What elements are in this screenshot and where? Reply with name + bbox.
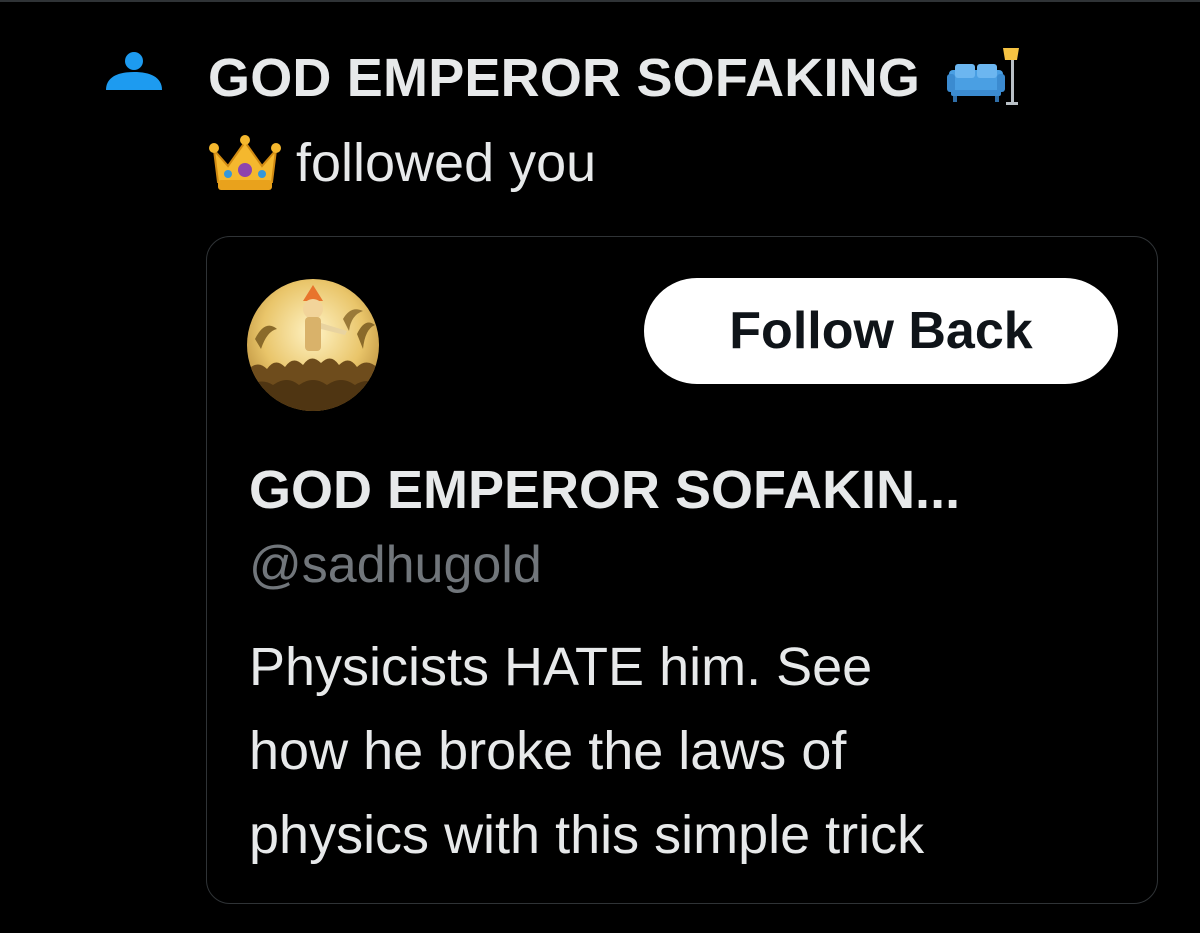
actor-name[interactable]: GOD EMPEROR SOFAKING — [208, 48, 920, 108]
person-icon — [106, 52, 162, 90]
couch-and-lamp-icon — [947, 47, 1020, 105]
crown-icon — [209, 134, 281, 190]
notification-action: followed you — [208, 125, 596, 201]
action-text: followed you — [296, 133, 597, 193]
user-card[interactable]: Follow Back GOD EMPEROR SOFAKIN... @sadh… — [206, 236, 1158, 904]
bio-line: how he broke the laws of — [249, 721, 847, 781]
bio-line: Physicists HATE him. See — [249, 637, 873, 697]
notification-headline: GOD EMPEROR SOFAKING — [208, 40, 1168, 116]
follow-back-button[interactable]: Follow Back — [644, 278, 1118, 384]
card-display-name[interactable]: GOD EMPEROR SOFAKIN... — [249, 452, 960, 528]
bio-line: physics with this simple trick — [249, 805, 925, 865]
follow-notification[interactable]: GOD EMPEROR SOFAKING followed you Follow… — [0, 0, 1200, 933]
profile-avatar[interactable] — [247, 279, 379, 411]
avatar-image — [247, 279, 379, 411]
card-bio: Physicists HATE him. See how he broke th… — [249, 625, 1129, 877]
card-handle[interactable]: @sadhugold — [249, 529, 542, 601]
